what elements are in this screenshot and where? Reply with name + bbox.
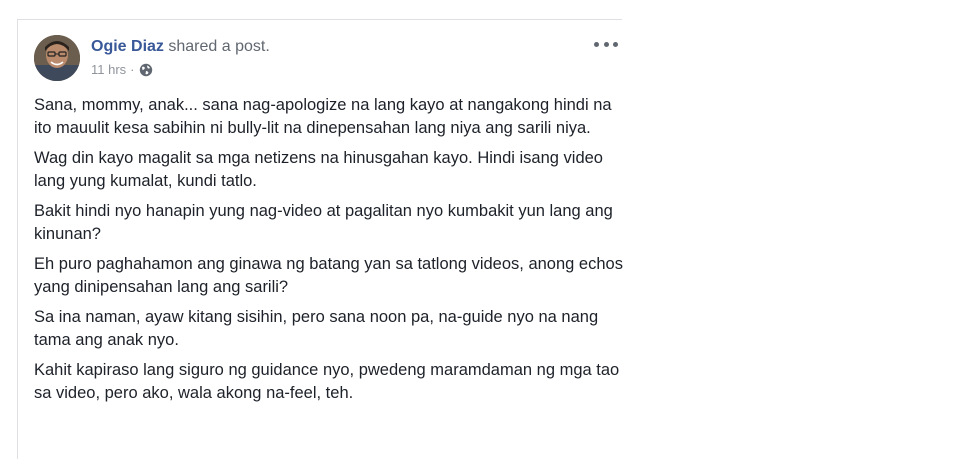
more-options-icon[interactable]: [594, 35, 618, 53]
post-body: Sana, mommy, anak... sana nag-apologize …: [34, 94, 624, 412]
more-dot: [603, 41, 609, 47]
post-card: Ogie Diaz shared a post. 11 hrs · Sana, …: [17, 19, 624, 459]
author-avatar[interactable]: [34, 35, 80, 81]
globe-icon[interactable]: [139, 63, 153, 77]
post-action-text: shared a post.: [168, 38, 270, 55]
post-paragraph: Eh puro paghahamon ang ginawa ng batang …: [34, 255, 623, 296]
post-paragraph: Bakit hindi nyo hanapin yung nag-video a…: [34, 202, 613, 243]
post-subline: 11 hrs ·: [91, 62, 270, 77]
post-paragraph: Kahit kapiraso lang siguro ng guidance n…: [34, 361, 620, 402]
post-paragraph: Sana, mommy, anak... sana nag-apologize …: [34, 96, 612, 137]
author-name-link[interactable]: Ogie Diaz: [91, 38, 164, 55]
post-paragraph: Sa ina naman, ayaw kitang sisihin, pero …: [34, 308, 599, 349]
more-dot: [613, 41, 618, 47]
separator-dot: ·: [130, 62, 135, 77]
post-meta: Ogie Diaz shared a post. 11 hrs ·: [91, 38, 270, 77]
post-timestamp[interactable]: 11 hrs: [91, 62, 126, 77]
more-dot: [594, 41, 599, 47]
post-paragraph: Wag din kayo magalit sa mga netizens na …: [34, 149, 603, 190]
avatar-photo: [34, 35, 80, 81]
